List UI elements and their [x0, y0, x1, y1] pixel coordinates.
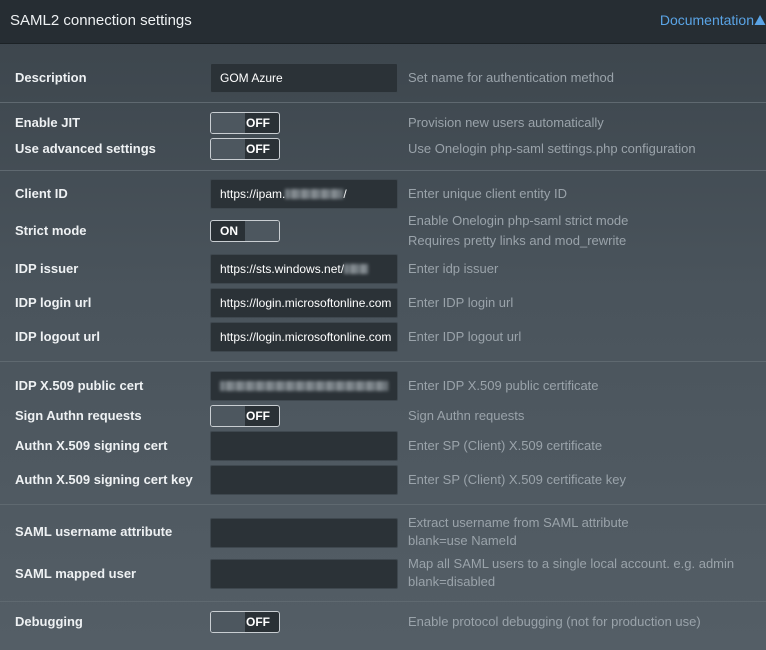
mapped-user-label: SAML mapped user [15, 566, 137, 581]
debugging-hint: Enable protocol debugging (not for produ… [408, 614, 701, 629]
enable-jit-toggle[interactable]: OFF [210, 112, 280, 134]
description-hint: Set name for authentication method [408, 70, 614, 85]
mapped-user-input[interactable] [210, 559, 398, 589]
advanced-settings-toggle[interactable]: OFF [210, 138, 280, 160]
debugging-label: Debugging [15, 614, 83, 629]
toggle-knob [211, 113, 245, 133]
mapped-user-hint-line1: Map all SAML users to a single local acc… [408, 556, 735, 571]
signing-cert-key-hint: Enter SP (Client) X.509 certificate key [408, 472, 626, 487]
username-attribute-hint-line2: blank=use NameId [408, 533, 517, 548]
signing-cert-input[interactable] [210, 431, 398, 461]
toggle-knob [245, 221, 279, 241]
panel-title: SAML2 connection settings [10, 12, 192, 29]
divider [0, 361, 766, 362]
idp-logout-url-hint: Enter IDP logout url [408, 329, 522, 344]
strict-mode-toggle[interactable]: ON [210, 220, 280, 242]
username-attribute-label: SAML username attribute [15, 524, 173, 539]
username-attribute-input[interactable] [210, 518, 398, 548]
documentation-link[interactable]: Documentation [660, 12, 766, 28]
idp-issuer-label: IDP issuer [15, 261, 79, 276]
username-attribute-hint-line1: Extract username from SAML attribute [408, 515, 629, 530]
divider [0, 601, 766, 602]
enable-jit-label: Enable JIT [15, 115, 81, 130]
client-id-hint: Enter unique client entity ID [408, 186, 567, 201]
description-label: Description [15, 70, 87, 85]
signing-cert-hint: Enter SP (Client) X.509 certificate [408, 438, 603, 453]
redacted-text [220, 381, 388, 391]
idp-cert-input[interactable] [210, 371, 398, 401]
toggle-state: OFF [246, 409, 270, 423]
toggle-state: OFF [246, 142, 270, 156]
idp-issuer-input[interactable]: https://sts.windows.net/ [210, 254, 398, 284]
toggle-state: OFF [246, 116, 270, 130]
client-id-input[interactable]: https://ipam. / [210, 179, 398, 209]
sign-authn-label: Sign Authn requests [15, 408, 142, 423]
advanced-settings-label: Use advanced settings [15, 141, 156, 156]
idp-cert-label: IDP X.509 public cert [15, 378, 144, 393]
redacted-text [285, 189, 344, 199]
signing-cert-key-input[interactable] [210, 465, 398, 495]
warning-triangle-icon [754, 15, 766, 25]
idp-cert-hint: Enter IDP X.509 public certificate [408, 378, 599, 393]
strict-mode-hint-line2: Requires pretty links and mod_rewrite [408, 233, 627, 248]
idp-logout-url-input[interactable]: https://login.microsoftonline.com [210, 322, 398, 352]
idp-issuer-hint: Enter idp issuer [408, 261, 499, 276]
divider [0, 102, 766, 103]
toggle-knob [211, 139, 245, 159]
strict-mode-label: Strict mode [15, 223, 87, 238]
toggle-state: OFF [246, 615, 270, 629]
mapped-user-hint-line2: blank=disabled [408, 574, 496, 589]
documentation-label: Documentation [659, 12, 754, 28]
signing-cert-key-label: Authn X.509 signing cert key [15, 472, 193, 487]
idp-login-url-label: IDP login url [15, 295, 92, 310]
description-input[interactable]: GOM Azure [210, 63, 398, 93]
debugging-toggle[interactable]: OFF [210, 611, 280, 633]
divider [0, 170, 766, 171]
toggle-knob [211, 612, 245, 632]
sign-authn-hint: Sign Authn requests [408, 408, 525, 423]
signing-cert-label: Authn X.509 signing cert [15, 438, 168, 453]
idp-logout-url-label: IDP logout url [15, 329, 100, 344]
idp-issuer-value: https://sts.windows.net/ [220, 262, 345, 276]
client-id-value-tail: / [343, 187, 347, 201]
strict-mode-hint-line1: Enable Onelogin php-saml strict mode [408, 213, 629, 228]
sign-authn-toggle[interactable]: OFF [210, 405, 280, 427]
advanced-settings-hint: Use Onelogin php-saml settings.php confi… [408, 141, 696, 156]
idp-login-url-hint: Enter IDP login url [408, 295, 514, 310]
enable-jit-hint: Provision new users automatically [408, 115, 604, 130]
toggle-knob [211, 406, 245, 426]
client-id-value: https://ipam. [220, 187, 286, 201]
idp-login-url-input[interactable]: https://login.microsoftonline.com [210, 288, 398, 318]
client-id-label: Client ID [15, 186, 68, 201]
divider [0, 504, 766, 505]
toggle-state: ON [220, 224, 238, 238]
panel-header: SAML2 connection settings Documentation [0, 0, 766, 44]
redacted-text [344, 264, 369, 274]
